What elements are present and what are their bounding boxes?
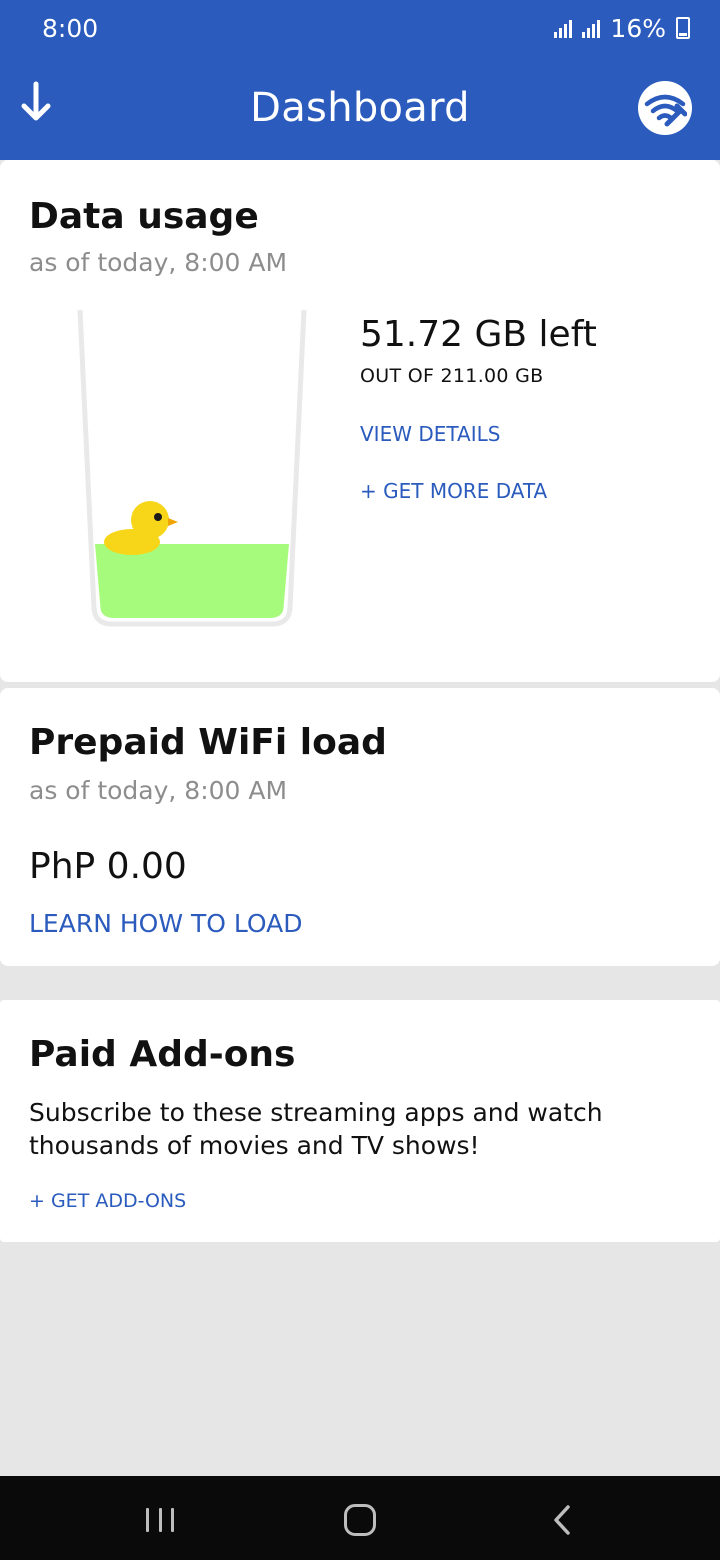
data-total: OUT OF 211.00 GB <box>360 365 544 387</box>
status-bar: 8:00 16% <box>0 0 720 56</box>
arrow-down-icon[interactable] <box>18 78 54 126</box>
addons-description: Subscribe to these streaming apps and wa… <box>29 1098 603 1160</box>
data-fill-level <box>95 544 289 618</box>
data-usage-card: Data usage as of today, 8:00 AM 51.72 GB… <box>0 160 720 682</box>
addons-title: Paid Add-ons <box>29 1034 296 1075</box>
signal-icon <box>554 18 573 38</box>
app-bar: Dashboard <box>0 56 720 160</box>
page-title: Dashboard <box>250 85 470 131</box>
battery-percent: 16% <box>610 13 666 43</box>
home-icon[interactable] <box>344 1504 376 1536</box>
view-details-link[interactable]: VIEW DETAILS <box>360 422 500 446</box>
get-more-data-link[interactable]: + GET MORE DATA <box>360 479 547 503</box>
wifi-load-title: Prepaid WiFi load <box>29 722 387 763</box>
learn-how-to-load-link[interactable]: LEARN HOW TO LOAD <box>29 909 303 938</box>
wifi-tools-icon[interactable] <box>638 81 692 135</box>
data-remaining: 51.72 GB left <box>360 314 597 355</box>
wifi-load-card: Prepaid WiFi load as of today, 8:00 AM P… <box>0 688 720 966</box>
status-indicators: 16% <box>554 14 690 43</box>
wifi-load-amount: PhP 0.00 <box>29 846 187 887</box>
wifi-load-timestamp: as of today, 8:00 AM <box>29 776 288 805</box>
data-glass-gauge <box>72 308 312 634</box>
data-usage-timestamp: as of today, 8:00 AM <box>29 248 288 277</box>
addons-card: Paid Add-ons Subscribe to these streamin… <box>0 1000 720 1242</box>
recents-icon[interactable] <box>146 1508 174 1532</box>
back-chevron-icon[interactable] <box>550 1504 574 1536</box>
signal-icon-2 <box>582 18 601 38</box>
status-time: 8:00 <box>42 13 99 43</box>
get-addons-link[interactable]: + GET ADD-ONS <box>29 1190 186 1212</box>
data-usage-title: Data usage <box>29 196 259 237</box>
battery-icon <box>676 17 690 39</box>
system-nav-bar <box>0 1476 720 1560</box>
